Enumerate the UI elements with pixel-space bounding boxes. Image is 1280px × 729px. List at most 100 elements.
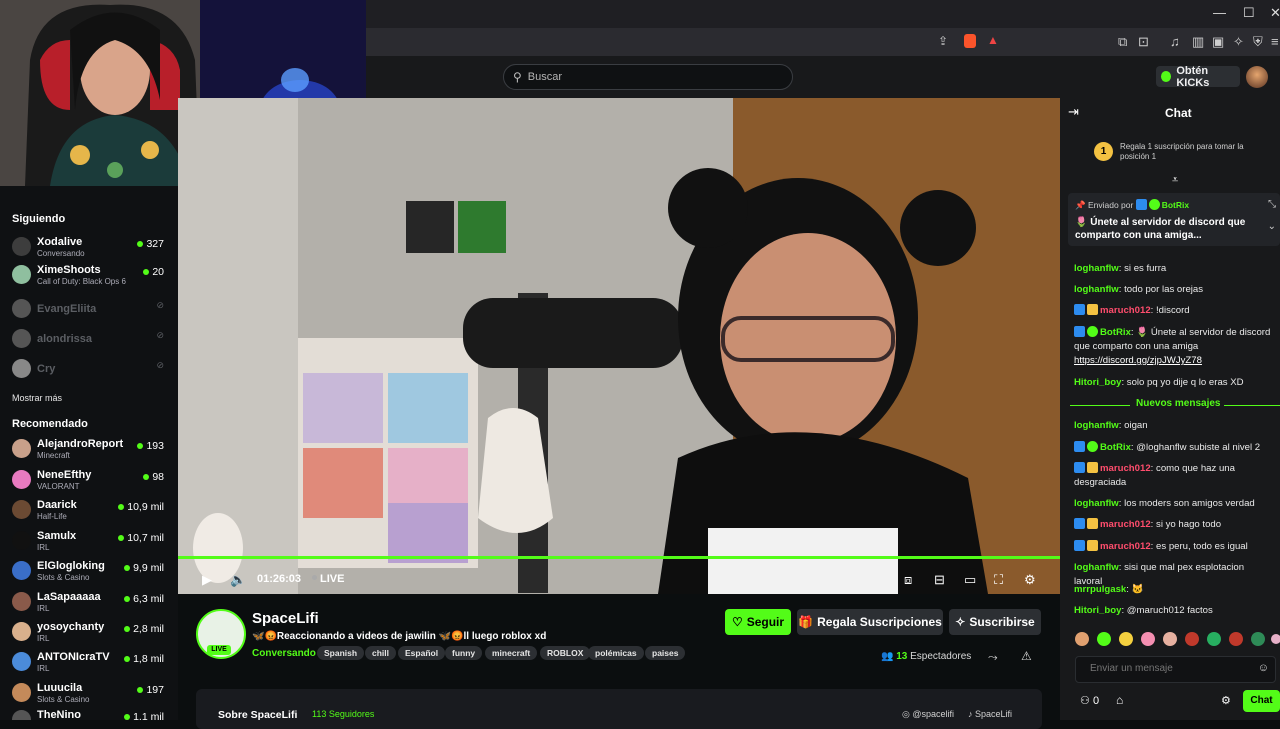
chat-username[interactable]: loghanflw xyxy=(1074,284,1119,295)
tag[interactable]: chill xyxy=(365,646,397,660)
chat-username[interactable]: loghanflw xyxy=(1074,498,1119,509)
chevron-down-icon[interactable]: ⌄ xyxy=(1268,221,1276,232)
gift-icon[interactable]: ⌂ xyxy=(1116,693,1123,707)
chat-username[interactable]: loghanflw xyxy=(1074,420,1119,431)
chat-username[interactable]: loghanflw xyxy=(1074,562,1119,573)
brave-rewards-icon[interactable]: ▲ xyxy=(987,33,999,47)
tiktok-link[interactable]: ♪ SpaceLifi xyxy=(968,709,1012,719)
fullscreen-icon[interactable]: ⛶ xyxy=(994,572,1003,588)
volume-icon[interactable]: 🔈 xyxy=(230,572,246,588)
theater-icon[interactable]: ▭ xyxy=(964,572,976,588)
channel-name[interactable]: SpaceLifi xyxy=(252,610,319,627)
live-dot-icon xyxy=(118,535,125,541)
tag[interactable]: ROBLOX xyxy=(540,646,591,660)
playback-progress-bar[interactable] xyxy=(178,556,1060,559)
follow-button[interactable]: ♡ Seguir xyxy=(725,609,791,635)
sidebar-item-antonicratv[interactable]: ANTONIcraTV IRL 1,8 mil xyxy=(12,650,168,676)
emoji-icon[interactable]: ☺ xyxy=(1258,662,1269,674)
chat-username[interactable]: BotRix xyxy=(1100,442,1131,453)
get-kicks-button[interactable]: Obtén KICKs xyxy=(1156,65,1240,89)
sidebar-item-cry[interactable]: Cry ⊘ xyxy=(12,357,168,383)
about-section: Sobre SpaceLifi 113 Seguidores ◎ @spacel… xyxy=(196,689,1042,729)
search-input[interactable]: ⚲ Buscar xyxy=(503,64,793,90)
brave-shield-icon[interactable] xyxy=(964,34,976,48)
kicks-balance[interactable]: ⚇ 0 xyxy=(1080,694,1099,707)
channel-name: ANTONIcraTV xyxy=(37,651,110,663)
chat-link[interactable]: https://discord.gg/zjpJWJyZ78 xyxy=(1074,355,1202,366)
new-messages-label: Nuevos mensajes xyxy=(1136,398,1221,409)
emote-bar xyxy=(1074,631,1280,647)
sidebar-item-thenino[interactable]: TheNino 1,1 mil xyxy=(12,708,168,720)
close-icon[interactable]: ✕ xyxy=(1270,5,1280,21)
settings-icon[interactable]: ⚙ xyxy=(1024,572,1036,588)
chevron-down-icon[interactable]: ⩡ xyxy=(1172,174,1178,187)
chat-text: como que haz una desgraciada xyxy=(1074,463,1235,488)
chat-username[interactable]: maruch012 xyxy=(1100,463,1151,474)
tag[interactable]: Español xyxy=(398,646,446,660)
divider-line xyxy=(1070,405,1130,406)
chat-settings-icon[interactable]: ⚙ xyxy=(1221,694,1231,707)
screenshot-icon[interactable]: ⊡ xyxy=(1138,34,1149,50)
chat-username[interactable]: BotRix xyxy=(1100,327,1131,338)
tag[interactable]: paises xyxy=(645,646,686,660)
chat-username[interactable]: Hitori_boy xyxy=(1074,605,1121,616)
sidebar-item-alondrissa[interactable]: alondrissa ⊘ xyxy=(12,327,168,353)
sidebar-item-luuucila[interactable]: Luuucila Slots & Casino 197 xyxy=(12,681,168,707)
maximize-icon[interactable]: ☐ xyxy=(1243,5,1255,21)
tag[interactable]: funny xyxy=(445,646,483,660)
chat-username[interactable]: maruch012 xyxy=(1100,519,1151,530)
subscribe-button[interactable]: ✧ Suscribirse xyxy=(949,609,1041,635)
sidebar-item-lasapaaaaa[interactable]: LaSapaaaaa IRL 6,3 mil xyxy=(12,590,168,616)
instagram-link[interactable]: ◎ @spacelifi xyxy=(902,709,954,720)
pip-icon[interactable]: ⧈ xyxy=(904,572,912,588)
stream-category[interactable]: Conversando xyxy=(252,648,316,659)
sidebar-icon[interactable]: ▥ xyxy=(1192,34,1204,50)
gift-subs-button[interactable]: 🎁 Regala Suscripciones xyxy=(797,609,943,635)
chat-username[interactable]: mrrpulgask xyxy=(1074,584,1126,595)
clip-icon[interactable]: ⊟ xyxy=(934,572,945,588)
gift-subs-label: Regala Suscripciones xyxy=(817,615,942,629)
sidebar-item-ximeshoots[interactable]: XimeShoots Call of Duty: Black Ops 6 20 xyxy=(12,263,168,289)
chat-text: oigan xyxy=(1124,420,1148,431)
chat-username[interactable]: loghanflw xyxy=(1074,263,1119,274)
vpn-icon[interactable]: ⛨ xyxy=(1253,34,1263,50)
extensions-icon[interactable]: ⧉ xyxy=(1118,34,1127,50)
tag[interactable]: Spanish xyxy=(317,646,365,660)
menu-icon[interactable]: ≡ xyxy=(1271,34,1279,49)
sidebar-item-neneefthy[interactable]: NeneEfthy VALORANT 98 xyxy=(12,468,168,494)
wallet-icon[interactable]: ▣ xyxy=(1212,34,1224,50)
video-player[interactable] xyxy=(178,98,1060,594)
chat-username[interactable]: maruch012 xyxy=(1100,541,1151,552)
collapse-chat-icon[interactable]: ⇥ xyxy=(1068,104,1079,120)
minimize-icon[interactable]: — xyxy=(1213,5,1226,20)
chat-message: Hitori_boy: @maruch012 factos xyxy=(1074,605,1213,616)
sidebar-item-alejandroreport[interactable]: AlejandroReport Minecraft 193 xyxy=(12,437,168,463)
leo-icon[interactable]: ✧ xyxy=(1233,34,1244,50)
share-icon[interactable]: ⤳ xyxy=(988,650,998,665)
channel-name: Daarick xyxy=(37,499,77,511)
gift-leaderboard-text[interactable]: Regala 1 suscripción para tomar la posic… xyxy=(1120,142,1265,162)
playback-time: 01:26:03 xyxy=(257,573,302,585)
user-avatar[interactable] xyxy=(1246,66,1268,88)
chat-username[interactable]: Hitori_boy xyxy=(1074,377,1121,388)
sidebar-item-elglogloking[interactable]: ElGlogloking Slots & Casino 9,9 mil xyxy=(12,559,168,585)
tag[interactable]: minecraft xyxy=(485,646,538,660)
play-icon[interactable]: ▶ xyxy=(202,572,212,588)
tag[interactable]: polémicas xyxy=(588,646,644,660)
sidebar-item-daarick[interactable]: Daarick Half-Life 10,9 mil xyxy=(12,498,168,524)
show-more-link[interactable]: Mostrar más xyxy=(12,393,62,403)
chat-username[interactable]: maruch012 xyxy=(1100,305,1151,316)
chat-send-button[interactable]: Chat xyxy=(1243,690,1280,712)
channel-name: AlejandroReport xyxy=(37,438,124,450)
report-icon[interactable]: ⚠ xyxy=(1021,649,1032,663)
sidebar-item-evangeliita[interactable]: EvangEliita ⊘ xyxy=(12,297,168,323)
sidebar-item-yosoychanty[interactable]: yosoychanty IRL 2,8 mil xyxy=(12,620,168,646)
sidebar-item-samulx[interactable]: Samulx IRL 10,7 mil xyxy=(12,529,168,555)
chat-input[interactable] xyxy=(1088,662,1252,675)
viewer-count-value: 193 xyxy=(146,440,164,452)
share-icon[interactable]: ⇪ xyxy=(938,34,948,48)
music-icon[interactable]: ♫ xyxy=(1170,34,1180,49)
sidebar-item-xodalive[interactable]: Xodalive Conversando 327 xyxy=(12,235,168,261)
unpin-icon[interactable]: ⤡ xyxy=(1268,199,1276,210)
viewer-count-value: 2,8 mil xyxy=(133,623,164,635)
